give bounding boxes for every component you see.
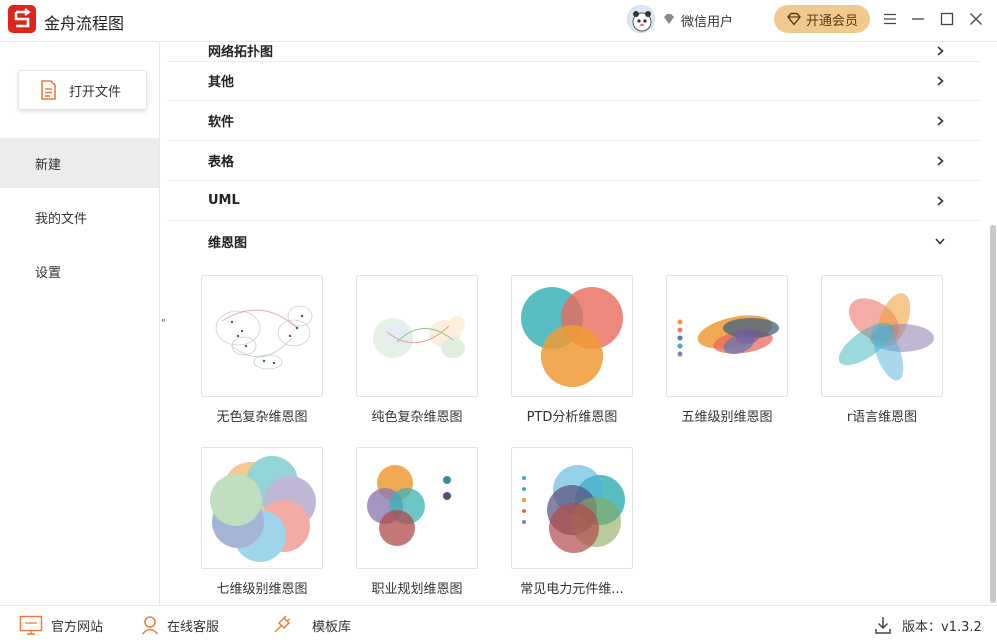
collapse-handle-icon[interactable]: " [161,318,166,329]
sidebar-item-label: 新建 [35,157,62,173]
sidebar-item-new[interactable]: 新建 [0,138,159,188]
category-label: 表格 [208,155,235,170]
monitor-icon [19,615,43,635]
chevron-right-icon [937,116,944,126]
app-logo-icon [8,5,36,33]
minimize-icon[interactable] [907,8,929,30]
templates-label: 模板库 [312,619,352,635]
support-label: 在线客服 [167,619,220,635]
template-card[interactable]: PTD分析维恩图 [511,275,633,425]
version-label: 版本： [902,619,942,635]
sidebar: 打开文件 新建 我的文件 设置 [0,42,160,605]
template-card[interactable]: 纯色复杂维恩图 [356,275,478,425]
diamond-icon [664,14,674,24]
close-icon[interactable] [965,8,987,30]
template-card[interactable]: 五维级别维恩图 [666,275,788,425]
title-bar: 金舟流程图 微信用户 开通会员 [0,0,997,42]
sidebar-item-my-files[interactable]: 我的文件 [0,192,159,242]
category-label: 软件 [208,115,235,130]
template-label: 五维级别维恩图 [681,410,773,425]
sidebar-item-label: 我的文件 [35,211,88,227]
vip-label: 开通会员 [805,13,858,29]
open-file-button[interactable]: 打开文件 [18,70,147,110]
template-thumbnail [666,275,788,397]
category-label: UML [208,193,240,208]
template-label: 纯色复杂维恩图 [371,410,463,425]
chevron-right-icon [937,156,944,166]
template-card[interactable]: 无色复杂维恩图 [201,275,323,425]
template-label: r语言维恩图 [846,410,918,425]
download-icon [875,617,891,634]
template-card[interactable]: 职业规划维恩图 [356,447,478,597]
file-icon [41,80,56,100]
template-thumbnail [356,447,478,569]
template-brush-icon [274,615,291,633]
template-thumbnail [201,447,323,569]
template-label: PTD分析维恩图 [526,410,618,425]
diamond-icon [787,12,801,26]
chevron-right-icon [937,76,944,86]
template-label: 无色复杂维恩图 [216,410,308,425]
category-software[interactable]: 软件 [167,101,980,141]
main-content: 网络拓扑图 其他 软件 表格 UML 维恩图 无色复杂维恩图 纯色复杂维恩图 P… [167,42,987,605]
category-network-topology[interactable]: 网络拓扑图 [167,42,980,62]
app-title: 金舟流程图 [44,14,125,33]
menu-icon[interactable] [879,8,901,30]
category-uml[interactable]: UML [167,181,980,221]
avatar[interactable] [627,5,655,33]
template-label: 职业规划维恩图 [371,582,463,597]
template-thumbnail [201,275,323,397]
chevron-right-icon [937,196,944,206]
sidebar-item-settings[interactable]: 设置 [0,246,159,296]
template-thumbnail [511,447,633,569]
scrollbar[interactable] [990,225,996,603]
username[interactable]: 微信用户 [681,11,733,30]
category-label: 维恩图 [208,235,248,251]
vip-button[interactable]: 开通会员 [774,5,870,33]
chevron-down-icon [935,238,945,245]
category-venn[interactable]: 维恩图 [167,221,980,261]
category-other[interactable]: 其他 [167,61,980,101]
user-support-icon [141,616,159,635]
category-label: 其他 [208,75,235,90]
version-info[interactable]: 版本：v1.3.2 [874,615,982,635]
template-label: 常见电力元件维... [520,582,624,597]
template-card[interactable]: 七维级别维恩图 [201,447,323,597]
template-library-link[interactable]: 模板库 [272,615,351,635]
sidebar-item-label: 设置 [35,265,62,281]
open-file-label: 打开文件 [69,84,122,100]
category-table[interactable]: 表格 [167,141,980,181]
maximize-icon[interactable] [936,8,958,30]
template-card[interactable]: r语言维恩图 [821,275,943,425]
category-label: 网络拓扑图 [208,45,274,60]
template-thumbnail [821,275,943,397]
template-thumbnail [511,275,633,397]
online-support-link[interactable]: 在线客服 [141,615,219,635]
website-label: 官方网站 [51,619,104,635]
official-website-link[interactable]: 官方网站 [19,615,103,635]
version-number: v1.3.2 [941,619,982,635]
template-card[interactable]: 常见电力元件维... [511,447,633,597]
template-thumbnail [356,275,478,397]
footer: 官方网站 在线客服 模板库 版本：v1.3.2 [0,605,997,644]
chevron-right-icon [937,46,944,56]
template-label: 七维级别维恩图 [216,582,308,597]
